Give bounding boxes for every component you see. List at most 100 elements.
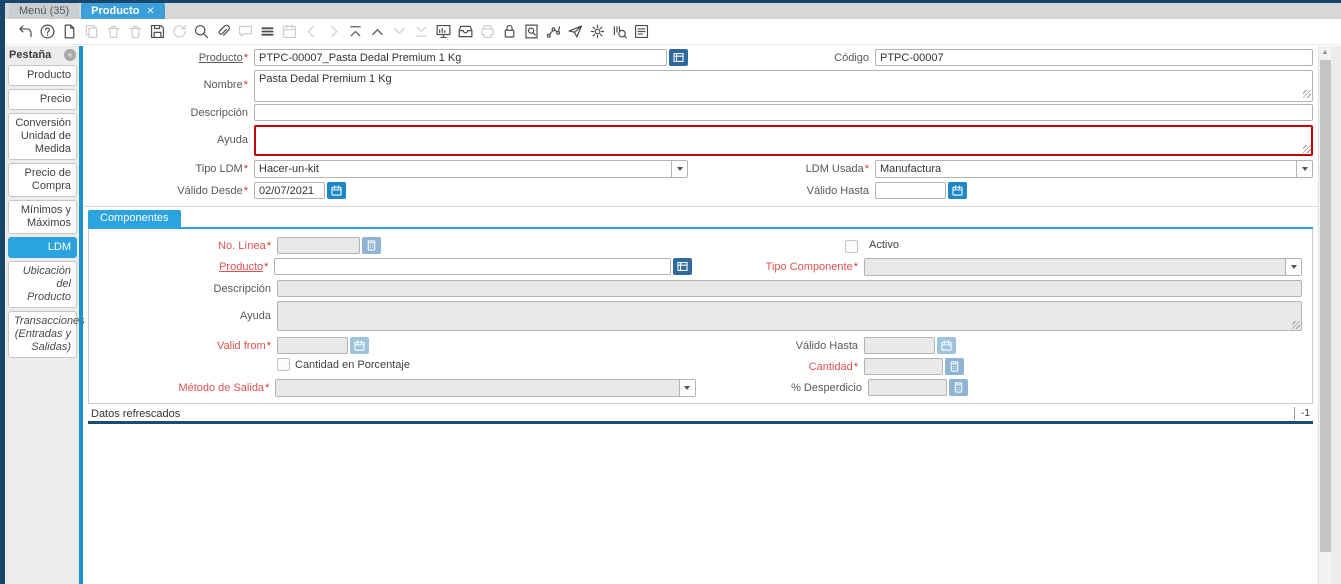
print-preview-button[interactable]: [630, 21, 652, 43]
workflow-button[interactable]: [542, 21, 564, 43]
sidebar-item-ubicacion-del-producto[interactable]: Ubicación del Producto: [8, 261, 77, 308]
collapse-sidebar-button[interactable]: «: [64, 49, 76, 61]
save-icon: [150, 24, 164, 39]
detail-valido-hasta-input[interactable]: [864, 337, 935, 354]
next-record-button[interactable]: [322, 21, 344, 43]
record-indicator: -1: [1294, 407, 1313, 420]
calendar-button[interactable]: [278, 21, 300, 43]
grid-toggle-button[interactable]: [256, 21, 278, 43]
zoom-across-button[interactable]: [520, 21, 542, 43]
ayuda-label: Ayuda: [217, 134, 248, 146]
valido-hasta-calendar-button[interactable]: [948, 182, 967, 199]
componentes-panel: No. Línea* Activo Producto* Tipo Compone…: [88, 229, 1313, 404]
producto-search-button[interactable]: [669, 49, 688, 66]
sidebar-item-transacciones[interactable]: Transacciones (Entradas y Salidas): [8, 311, 85, 358]
sidebar-item-precio-de-compra[interactable]: Precio de Compra: [8, 163, 77, 197]
previous-record-button[interactable]: [300, 21, 322, 43]
detail-valido-hasta-calendar-button[interactable]: [937, 337, 956, 354]
report-button[interactable]: [432, 21, 454, 43]
valid-from-input[interactable]: [277, 337, 348, 354]
print-preview-icon: [634, 24, 648, 39]
attachment-button[interactable]: [212, 21, 234, 43]
detail-producto-search-button[interactable]: [673, 258, 693, 275]
valido-desde-calendar-button[interactable]: [327, 182, 346, 199]
cantidad-calculator-button[interactable]: [945, 358, 964, 375]
vertical-scrollbar[interactable]: ▲: [1318, 46, 1331, 584]
sidebar-item-minimos-y-maximos[interactable]: Mínimos y Máximos: [8, 200, 77, 234]
archive-button[interactable]: [454, 21, 476, 43]
request-send-icon: [568, 25, 582, 38]
valido-desde-input[interactable]: [254, 182, 325, 199]
resize-handle-icon[interactable]: [1303, 145, 1311, 153]
desperdicio-calculator-button[interactable]: [948, 379, 968, 396]
detail-producto-input[interactable]: [274, 258, 672, 275]
sidebar-item-precio[interactable]: Precio: [8, 89, 77, 110]
delete-selection-button[interactable]: [124, 21, 146, 43]
close-tab-icon[interactable]: ✕: [146, 6, 154, 17]
detail-record-button[interactable]: [388, 21, 410, 43]
lock-button[interactable]: [498, 21, 520, 43]
chevron-down-icon[interactable]: [1285, 259, 1301, 275]
chat-button[interactable]: [234, 21, 256, 43]
first-record-button[interactable]: [344, 21, 366, 43]
valid-from-calendar-button[interactable]: [350, 337, 369, 354]
chevron-down-icon[interactable]: [1296, 161, 1312, 177]
scrollbar-thumb[interactable]: [1320, 60, 1331, 552]
refresh-button[interactable]: [168, 21, 190, 43]
save-button[interactable]: [146, 21, 168, 43]
product-record-icon: [673, 53, 684, 62]
tipo-componente-select[interactable]: [864, 258, 1302, 276]
product-info-button[interactable]: [608, 21, 630, 43]
activo-checkbox[interactable]: [845, 240, 858, 253]
cantidad-input[interactable]: [864, 358, 943, 375]
undo-button[interactable]: [14, 21, 36, 43]
detail-valido-hasta-label: Válido Hasta: [795, 340, 858, 352]
tipo-componente-label: Tipo Componente: [765, 261, 853, 273]
no-linea-input[interactable]: [277, 237, 360, 254]
parent-record-button[interactable]: [366, 21, 388, 43]
master-detail-separator: [84, 206, 1318, 207]
resize-handle-icon[interactable]: [1292, 321, 1300, 329]
sidebar-item-ldm[interactable]: LDM: [8, 237, 77, 258]
chevron-down-icon[interactable]: [678, 380, 695, 396]
ayuda-textarea[interactable]: [254, 125, 1313, 156]
detail-ayuda-textarea[interactable]: [277, 301, 1302, 331]
sidebar-item-conversion-unidad-de-medida[interactable]: Conversión Unidad de Medida: [8, 113, 77, 160]
sidebar-item-producto[interactable]: Producto: [8, 65, 77, 86]
help-button[interactable]: [36, 21, 58, 43]
descripcion-input[interactable]: [254, 104, 1313, 121]
nombre-textarea[interactable]: Pasta Dedal Premium 1 Kg: [254, 70, 1313, 102]
calendar-icon: [331, 185, 342, 196]
valido-hasta-input[interactable]: [875, 182, 946, 199]
new-record-icon: [64, 24, 74, 39]
producto-label: Producto: [198, 52, 243, 64]
calculator-icon: [367, 240, 376, 251]
chat-icon: [238, 25, 252, 37]
detail-descripcion-input[interactable]: [277, 280, 1302, 297]
tipo-ldm-label: Tipo LDM: [195, 163, 243, 175]
tab-menu[interactable]: Menú (35): [9, 3, 80, 19]
chevron-down-icon[interactable]: [671, 161, 687, 177]
scroll-up-icon[interactable]: ▲: [1319, 46, 1331, 59]
metodo-salida-select[interactable]: [275, 379, 696, 397]
tab-componentes[interactable]: Componentes: [88, 210, 181, 227]
delete-record-button[interactable]: [102, 21, 124, 43]
tipo-ldm-select[interactable]: Hacer-un-kit: [254, 160, 688, 178]
print-button[interactable]: [476, 21, 498, 43]
last-record-button[interactable]: [410, 21, 432, 43]
cantidad-porcentaje-checkbox[interactable]: [277, 358, 290, 371]
no-linea-calculator-button[interactable]: [362, 237, 381, 254]
preferences-button[interactable]: [586, 21, 608, 43]
desperdicio-input[interactable]: [867, 379, 947, 396]
producto-input[interactable]: [254, 49, 667, 66]
tab-producto[interactable]: Producto ✕: [81, 3, 165, 19]
ldm-usada-select[interactable]: Manufactura: [875, 160, 1313, 178]
copy-record-button[interactable]: [80, 21, 102, 43]
new-record-button[interactable]: [58, 21, 80, 43]
request-button[interactable]: [564, 21, 586, 43]
find-button[interactable]: [190, 21, 212, 43]
resize-handle-icon[interactable]: [1303, 90, 1311, 98]
tab-producto-label: Producto: [91, 5, 140, 17]
tab-menu-label: Menú (35): [19, 5, 70, 17]
codigo-input[interactable]: [875, 49, 1313, 66]
